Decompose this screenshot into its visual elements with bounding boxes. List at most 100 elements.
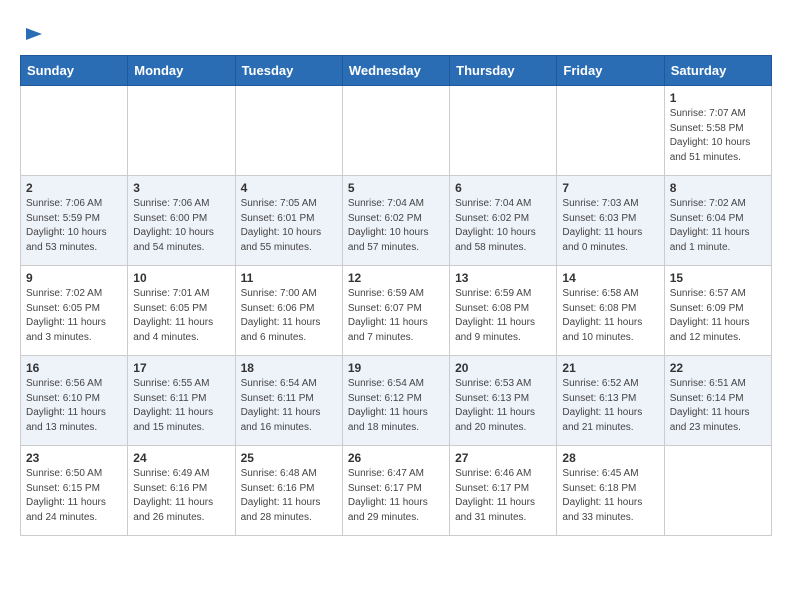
day-info: Sunrise: 6:51 AM Sunset: 6:14 PM Dayligh… <box>670 377 766 435</box>
day-number: 8 <box>670 181 766 195</box>
day-info: Sunrise: 6:58 AM Sunset: 6:08 PM Dayligh… <box>562 287 658 345</box>
day-info: Sunrise: 7:06 AM Sunset: 5:59 PM Dayligh… <box>26 197 122 255</box>
logo-flag-icon <box>22 25 46 49</box>
day-info: Sunrise: 7:07 AM Sunset: 5:58 PM Dayligh… <box>670 107 766 165</box>
day-info: Sunrise: 7:05 AM Sunset: 6:01 PM Dayligh… <box>241 197 337 255</box>
day-number: 10 <box>133 271 229 285</box>
calendar-table: SundayMondayTuesdayWednesdayThursdayFrid… <box>20 55 772 536</box>
day-info: Sunrise: 6:59 AM Sunset: 6:07 PM Dayligh… <box>348 287 444 345</box>
day-info: Sunrise: 7:01 AM Sunset: 6:05 PM Dayligh… <box>133 287 229 345</box>
day-info: Sunrise: 6:47 AM Sunset: 6:17 PM Dayligh… <box>348 467 444 525</box>
day-cell: 1 Sunrise: 7:07 AM Sunset: 5:58 PM Daylig… <box>664 86 771 176</box>
day-number: 14 <box>562 271 658 285</box>
day-cell: 16 Sunrise: 6:56 AM Sunset: 6:10 PM Dayli… <box>21 356 128 446</box>
day-cell: 26 Sunrise: 6:47 AM Sunset: 6:17 PM Dayli… <box>342 446 449 536</box>
day-cell <box>450 86 557 176</box>
day-info: Sunrise: 6:54 AM Sunset: 6:12 PM Dayligh… <box>348 377 444 435</box>
day-cell: 3 Sunrise: 7:06 AM Sunset: 6:00 PM Daylig… <box>128 176 235 266</box>
day-number: 25 <box>241 451 337 465</box>
logo <box>20 25 46 45</box>
day-info: Sunrise: 6:48 AM Sunset: 6:16 PM Dayligh… <box>241 467 337 525</box>
day-info: Sunrise: 6:46 AM Sunset: 6:17 PM Dayligh… <box>455 467 551 525</box>
day-number: 18 <box>241 361 337 375</box>
day-cell: 6 Sunrise: 7:04 AM Sunset: 6:02 PM Daylig… <box>450 176 557 266</box>
day-info: Sunrise: 7:04 AM Sunset: 6:02 PM Dayligh… <box>348 197 444 255</box>
day-number: 21 <box>562 361 658 375</box>
day-cell: 21 Sunrise: 6:52 AM Sunset: 6:13 PM Dayli… <box>557 356 664 446</box>
day-cell <box>235 86 342 176</box>
day-info: Sunrise: 7:06 AM Sunset: 6:00 PM Dayligh… <box>133 197 229 255</box>
day-number: 3 <box>133 181 229 195</box>
day-info: Sunrise: 7:00 AM Sunset: 6:06 PM Dayligh… <box>241 287 337 345</box>
day-info: Sunrise: 6:57 AM Sunset: 6:09 PM Dayligh… <box>670 287 766 345</box>
day-cell: 17Sunrise: 6:55 AM Sunset: 6:11 PM Dayli… <box>128 356 235 446</box>
day-number: 16 <box>26 361 122 375</box>
day-cell: 13 Sunrise: 6:59 AM Sunset: 6:08 PM Dayli… <box>450 266 557 356</box>
day-number: 1 <box>670 91 766 105</box>
week-row-5: 23Sunrise: 6:50 AM Sunset: 6:15 PM Dayli… <box>21 446 772 536</box>
week-row-3: 9 Sunrise: 7:02 AM Sunset: 6:05 PM Daylig… <box>21 266 772 356</box>
weekday-header-sunday: Sunday <box>21 56 128 86</box>
day-number: 2 <box>26 181 122 195</box>
day-cell: 7 Sunrise: 7:03 AM Sunset: 6:03 PM Daylig… <box>557 176 664 266</box>
weekday-header-tuesday: Tuesday <box>235 56 342 86</box>
day-cell: 23Sunrise: 6:50 AM Sunset: 6:15 PM Dayli… <box>21 446 128 536</box>
weekday-header-friday: Friday <box>557 56 664 86</box>
day-cell: 11 Sunrise: 7:00 AM Sunset: 6:06 PM Dayli… <box>235 266 342 356</box>
day-number: 26 <box>348 451 444 465</box>
day-number: 19 <box>348 361 444 375</box>
day-info: Sunrise: 6:45 AM Sunset: 6:18 PM Dayligh… <box>562 467 658 525</box>
day-cell: 2 Sunrise: 7:06 AM Sunset: 5:59 PM Daylig… <box>21 176 128 266</box>
day-cell: 10 Sunrise: 7:01 AM Sunset: 6:05 PM Dayli… <box>128 266 235 356</box>
day-cell <box>128 86 235 176</box>
day-info: Sunrise: 7:02 AM Sunset: 6:05 PM Dayligh… <box>26 287 122 345</box>
day-number: 24 <box>133 451 229 465</box>
day-cell: 15 Sunrise: 6:57 AM Sunset: 6:09 PM Dayli… <box>664 266 771 356</box>
day-number: 13 <box>455 271 551 285</box>
day-number: 20 <box>455 361 551 375</box>
day-cell: 27 Sunrise: 6:46 AM Sunset: 6:17 PM Dayli… <box>450 446 557 536</box>
day-cell: 8 Sunrise: 7:02 AM Sunset: 6:04 PM Daylig… <box>664 176 771 266</box>
day-cell: 24 Sunrise: 6:49 AM Sunset: 6:16 PM Dayli… <box>128 446 235 536</box>
day-cell <box>342 86 449 176</box>
weekday-header-wednesday: Wednesday <box>342 56 449 86</box>
day-info: Sunrise: 6:54 AM Sunset: 6:11 PM Dayligh… <box>241 377 337 435</box>
day-number: 9 <box>26 271 122 285</box>
day-number: 6 <box>455 181 551 195</box>
week-row-2: 2 Sunrise: 7:06 AM Sunset: 5:59 PM Daylig… <box>21 176 772 266</box>
day-cell: 19 Sunrise: 6:54 AM Sunset: 6:12 PM Dayli… <box>342 356 449 446</box>
day-info: Sunrise: 6:53 AM Sunset: 6:13 PM Dayligh… <box>455 377 551 435</box>
day-number: 4 <box>241 181 337 195</box>
weekday-header-row: SundayMondayTuesdayWednesdayThursdayFrid… <box>21 56 772 86</box>
day-number: 5 <box>348 181 444 195</box>
week-row-4: 16 Sunrise: 6:56 AM Sunset: 6:10 PM Dayli… <box>21 356 772 446</box>
day-cell <box>664 446 771 536</box>
day-cell: 22 Sunrise: 6:51 AM Sunset: 6:14 PM Dayli… <box>664 356 771 446</box>
day-cell: 5 Sunrise: 7:04 AM Sunset: 6:02 PM Daylig… <box>342 176 449 266</box>
day-info: Sunrise: 7:02 AM Sunset: 6:04 PM Dayligh… <box>670 197 766 255</box>
day-info: Sunrise: 6:52 AM Sunset: 6:13 PM Dayligh… <box>562 377 658 435</box>
day-info: Sunrise: 6:50 AM Sunset: 6:15 PM Dayligh… <box>26 467 122 525</box>
weekday-header-monday: Monday <box>128 56 235 86</box>
day-number: 11 <box>241 271 337 285</box>
day-cell: 12Sunrise: 6:59 AM Sunset: 6:07 PM Dayli… <box>342 266 449 356</box>
day-cell: 18 Sunrise: 6:54 AM Sunset: 6:11 PM Dayli… <box>235 356 342 446</box>
day-number: 15 <box>670 271 766 285</box>
day-number: 17 <box>133 361 229 375</box>
day-info: Sunrise: 7:03 AM Sunset: 6:03 PM Dayligh… <box>562 197 658 255</box>
weekday-header-thursday: Thursday <box>450 56 557 86</box>
day-info: Sunrise: 6:59 AM Sunset: 6:08 PM Dayligh… <box>455 287 551 345</box>
weekday-header-saturday: Saturday <box>664 56 771 86</box>
day-cell: 9 Sunrise: 7:02 AM Sunset: 6:05 PM Daylig… <box>21 266 128 356</box>
day-info: Sunrise: 6:56 AM Sunset: 6:10 PM Dayligh… <box>26 377 122 435</box>
day-number: 27 <box>455 451 551 465</box>
day-info: Sunrise: 6:49 AM Sunset: 6:16 PM Dayligh… <box>133 467 229 525</box>
day-cell: 28 Sunrise: 6:45 AM Sunset: 6:18 PM Dayli… <box>557 446 664 536</box>
day-number: 28 <box>562 451 658 465</box>
day-cell: 14 Sunrise: 6:58 AM Sunset: 6:08 PM Dayli… <box>557 266 664 356</box>
day-info: Sunrise: 7:04 AM Sunset: 6:02 PM Dayligh… <box>455 197 551 255</box>
day-number: 22 <box>670 361 766 375</box>
day-number: 7 <box>562 181 658 195</box>
week-row-1: 1 Sunrise: 7:07 AM Sunset: 5:58 PM Daylig… <box>21 86 772 176</box>
day-cell: 20 Sunrise: 6:53 AM Sunset: 6:13 PM Dayli… <box>450 356 557 446</box>
